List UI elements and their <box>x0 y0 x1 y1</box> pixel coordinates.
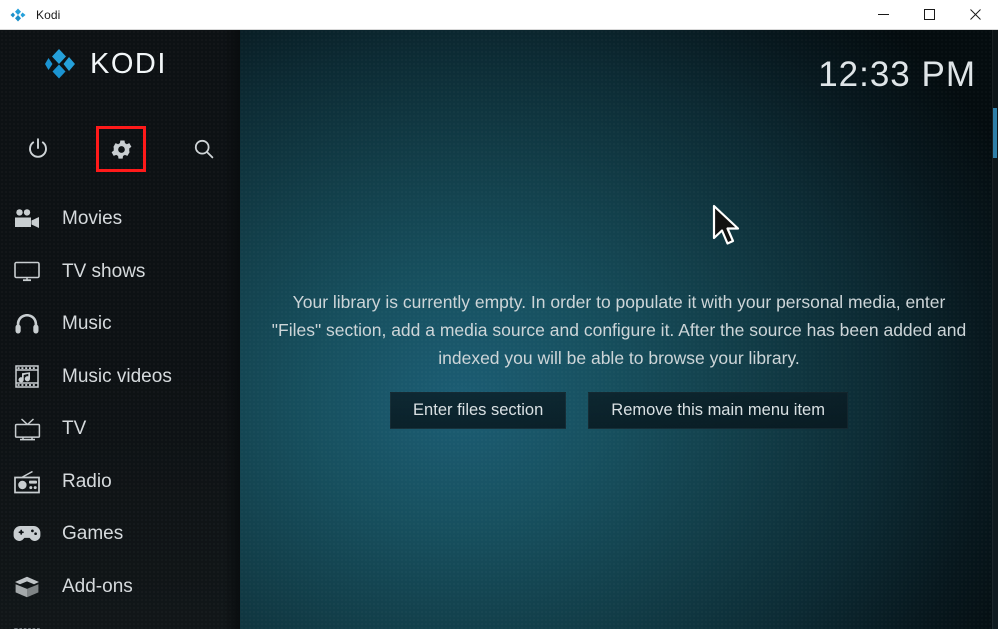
main-content-area: 12:33 PM Your library is currently empty… <box>240 30 998 629</box>
mouse-pointer-icon <box>712 204 746 250</box>
power-icon <box>26 137 50 161</box>
scrollbar-thumb[interactable] <box>993 108 997 158</box>
kodi-wordmark: KODI <box>90 47 167 80</box>
sidebar-item-tv[interactable]: TV <box>0 403 240 456</box>
sidebar-item-label: TV <box>62 418 87 440</box>
sidebar: KODI Movies TV shows Music Music videos … <box>0 30 240 629</box>
search-icon <box>192 137 216 161</box>
minimize-icon[interactable] <box>860 0 906 29</box>
sidebar-item-music-videos[interactable]: Music videos <box>0 351 240 404</box>
sidebar-item-label: Add-ons <box>62 575 133 597</box>
right-edge-scrollbar[interactable] <box>992 30 998 629</box>
radio-icon <box>10 467 44 497</box>
television-icon <box>10 257 44 287</box>
window-titlebar: Kodi <box>0 0 998 30</box>
power-button[interactable] <box>13 124 63 174</box>
close-icon[interactable] <box>952 0 998 29</box>
sidebar-toolbar <box>0 124 240 174</box>
sidebar-item-label: Music <box>62 313 112 335</box>
kodi-logo-icon <box>10 7 26 23</box>
film-note-icon <box>10 362 44 392</box>
sidebar-item-label: Music videos <box>62 365 172 387</box>
search-button[interactable] <box>179 124 229 174</box>
gamepad-icon <box>10 519 44 549</box>
sidebar-item-label: Radio <box>62 470 112 492</box>
empty-library-actions: Enter files section Remove this main men… <box>390 392 848 429</box>
sidebar-item-tv-shows[interactable]: TV shows <box>0 246 240 299</box>
sidebar-item-add-ons[interactable]: Add-ons <box>0 561 240 614</box>
kodi-main-surface: 12:33 PM Your library is currently empty… <box>0 30 998 629</box>
gear-icon <box>109 137 134 162</box>
remove-main-menu-item-button[interactable]: Remove this main menu item <box>588 392 848 429</box>
maximize-icon[interactable] <box>906 0 952 29</box>
empty-library-panel: Your library is currently empty. In orde… <box>240 288 998 429</box>
clock: 12:33 PM <box>818 55 976 94</box>
tv-antenna-icon <box>10 414 44 444</box>
kodi-app-window: Kodi 12:33 PM Your library is currently … <box>0 0 998 629</box>
empty-library-message: Your library is currently empty. In orde… <box>271 292 967 368</box>
window-title: Kodi <box>36 7 61 22</box>
sidebar-item-label: Movies <box>62 208 123 230</box>
sidebar-menu: Movies TV shows Music Music videos TV Ra… <box>0 193 240 629</box>
sidebar-item-music[interactable]: Music <box>0 298 240 351</box>
open-box-icon <box>10 572 44 602</box>
picture-icon <box>10 624 44 629</box>
kodi-brand: KODI <box>44 44 167 84</box>
sidebar-item-pictures[interactable]: Pictures <box>0 613 240 629</box>
sidebar-item-movies[interactable]: Movies <box>0 193 240 246</box>
headphones-icon <box>10 309 44 339</box>
sidebar-item-games[interactable]: Games <box>0 508 240 561</box>
enter-files-section-button[interactable]: Enter files section <box>390 392 567 429</box>
sidebar-item-label: TV shows <box>62 260 146 282</box>
sidebar-item-radio[interactable]: Radio <box>0 456 240 509</box>
settings-button[interactable] <box>96 124 146 174</box>
kodi-logo-icon <box>44 48 76 80</box>
sidebar-item-label: Games <box>62 523 124 545</box>
movie-camera-icon <box>10 204 44 234</box>
